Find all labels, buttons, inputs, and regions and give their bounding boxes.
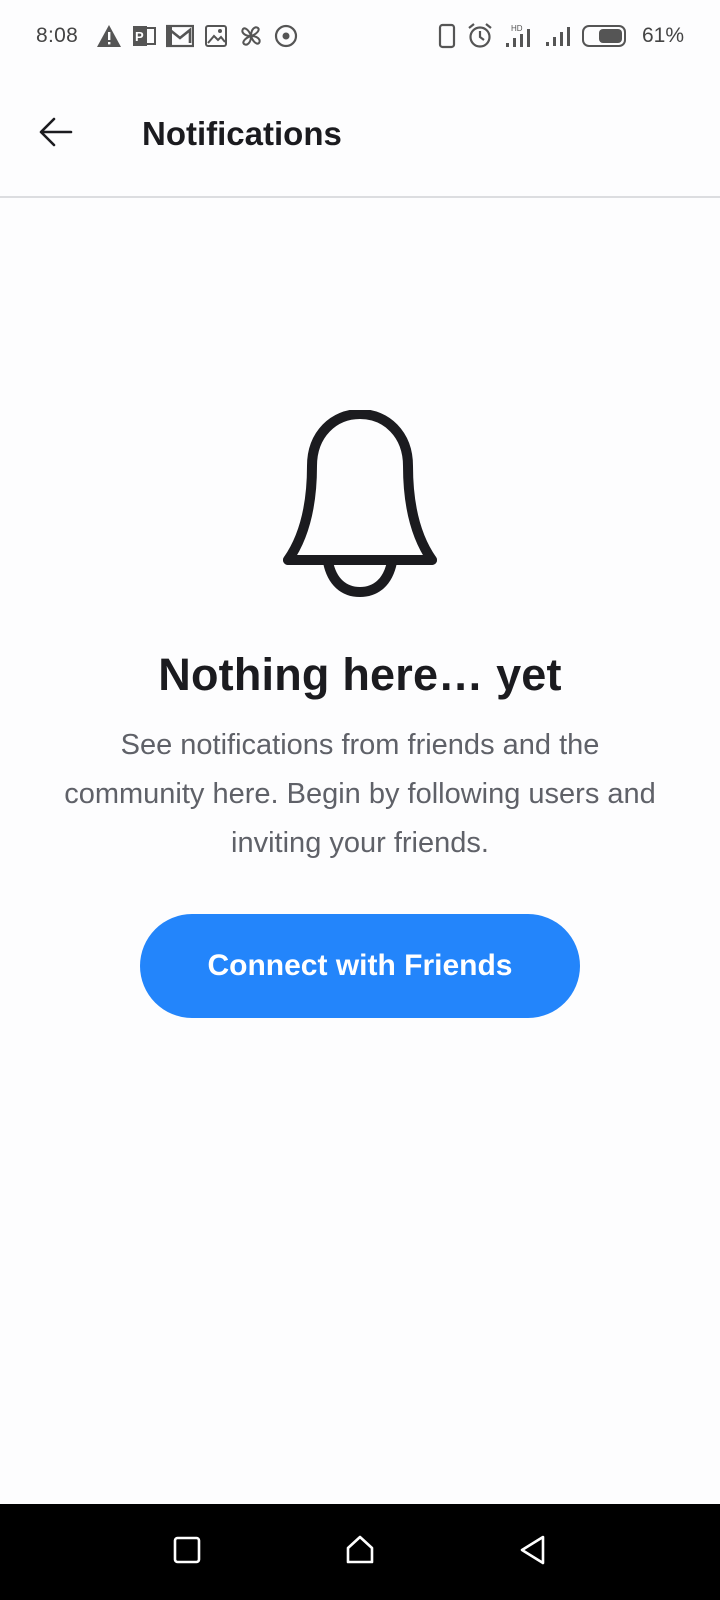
image-icon	[204, 24, 228, 48]
status-right: HD 61%	[438, 22, 684, 50]
connect-with-friends-button[interactable]: Connect with Friends	[140, 914, 580, 1018]
target-icon	[274, 24, 298, 48]
home-icon	[344, 1534, 376, 1571]
status-time: 8:08	[36, 24, 79, 47]
battery-percent: 61%	[641, 24, 684, 47]
app-bar: Notifications	[0, 72, 720, 198]
signal-icon	[544, 24, 572, 48]
back-button[interactable]	[24, 102, 88, 166]
nav-back-button[interactable]	[503, 1522, 563, 1582]
page-title: Notifications	[142, 115, 342, 152]
svg-text:P: P	[135, 29, 144, 44]
arrow-left-icon	[38, 114, 74, 155]
recents-button[interactable]	[157, 1522, 217, 1582]
alarm-icon	[466, 22, 494, 50]
empty-state: Nothing here… yet See notifications from…	[0, 198, 720, 1018]
status-left: 8:08 P	[36, 23, 298, 49]
signal-hd-icon: HD	[504, 23, 534, 49]
mail-icon	[166, 24, 195, 48]
svg-text:HD: HD	[511, 24, 523, 33]
warning-icon	[96, 24, 122, 48]
publisher-icon: P	[132, 24, 157, 48]
empty-state-description: See notifications from friends and the c…	[64, 729, 656, 859]
battery-icon	[581, 24, 628, 48]
back-icon	[518, 1534, 548, 1571]
pinwheel-icon	[238, 23, 264, 49]
bell-icon	[272, 409, 448, 605]
status-bar: 8:08 P HD 61%	[0, 0, 720, 72]
phone-icon	[438, 23, 456, 49]
home-button[interactable]	[330, 1522, 390, 1582]
recents-icon	[172, 1535, 202, 1570]
system-nav-bar	[0, 1504, 720, 1600]
empty-state-title: Nothing here… yet	[158, 649, 562, 700]
